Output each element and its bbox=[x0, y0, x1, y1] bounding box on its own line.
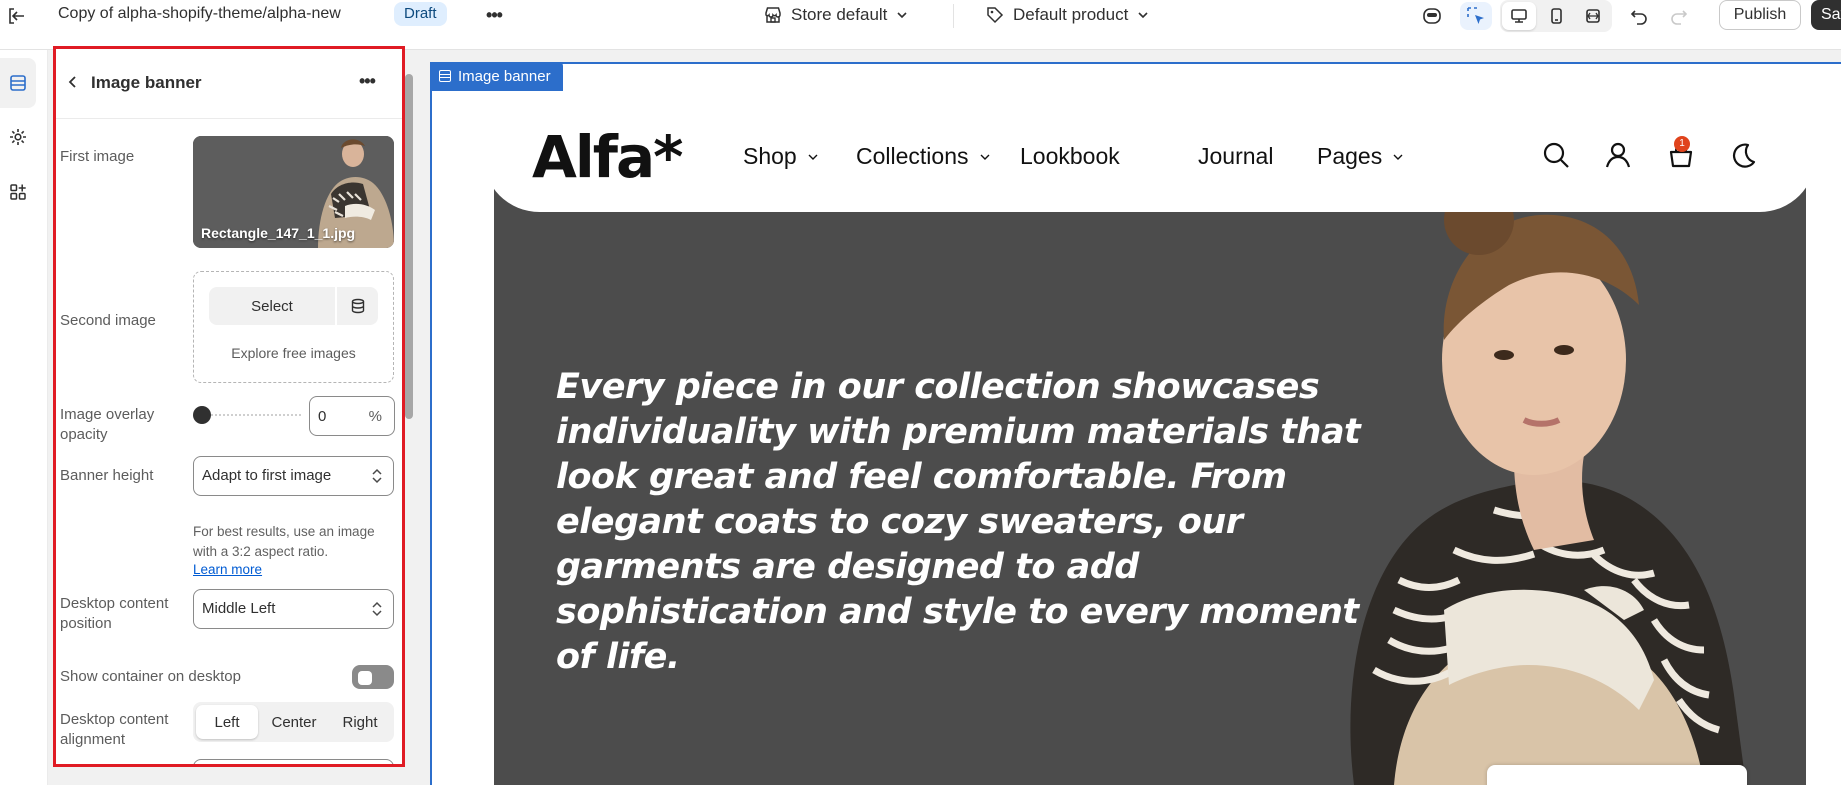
nav-item-shop[interactable]: Shop bbox=[743, 143, 819, 170]
chevron-down-icon bbox=[1393, 154, 1403, 160]
editor-sidebar-rail bbox=[0, 50, 48, 785]
mobile-view-icon[interactable] bbox=[1539, 2, 1573, 30]
overlay-opacity-label: Image overlay opacity bbox=[60, 406, 155, 443]
nav-label: Journal bbox=[1198, 143, 1274, 169]
store-header: Alfa* Shop Collections Lookbook Journal … bbox=[483, 99, 1816, 212]
full-width-view-icon[interactable] bbox=[1576, 2, 1610, 30]
banner-text[interactable]: Every piece in our collection showcases … bbox=[556, 365, 1386, 680]
align-center-option[interactable]: Center bbox=[261, 705, 327, 739]
slider-track bbox=[199, 414, 301, 416]
select-image-button[interactable]: Select bbox=[209, 287, 335, 325]
store-selector-label: Store default bbox=[791, 5, 888, 24]
image-banner[interactable]: Every piece in our collection showcases … bbox=[494, 160, 1806, 785]
select-arrows-icon bbox=[372, 468, 382, 484]
banner-height-label: Banner height bbox=[60, 467, 154, 484]
theme-title: Copy of alpha-shopify-theme/alpha-new bbox=[58, 5, 341, 22]
desktop-view-icon[interactable] bbox=[1502, 2, 1536, 30]
show-container-toggle[interactable] bbox=[352, 665, 394, 689]
chevron-down-icon bbox=[1138, 12, 1148, 19]
apps-icon[interactable] bbox=[0, 167, 36, 217]
redo-icon[interactable] bbox=[1663, 2, 1695, 30]
section-tag-label: Image banner bbox=[458, 68, 551, 85]
first-image-preview[interactable]: Rectangle_147_1_1.jpg bbox=[193, 136, 394, 248]
database-icon[interactable] bbox=[337, 287, 378, 325]
toggle-knob bbox=[358, 671, 372, 685]
panel-scrollbar-thumb[interactable] bbox=[405, 74, 413, 419]
percent-unit: % bbox=[368, 408, 382, 425]
desktop-position-select[interactable]: Middle Left bbox=[193, 589, 394, 629]
back-arrow-icon[interactable] bbox=[64, 73, 82, 91]
slider-thumb[interactable] bbox=[193, 406, 211, 424]
desktop-position-label: Desktop content position bbox=[60, 595, 169, 632]
sidekick-icon[interactable] bbox=[1416, 2, 1448, 30]
save-button[interactable]: Save bbox=[1811, 0, 1841, 30]
product-selector-label: Default product bbox=[1013, 5, 1129, 24]
overlay-opacity-input[interactable]: 0 % bbox=[309, 396, 395, 436]
select-arrows-icon bbox=[372, 601, 382, 617]
panel-header: Image banner ••• bbox=[56, 49, 402, 119]
section-settings-panel: Image banner ••• First image Rectangle_1… bbox=[53, 46, 405, 767]
nav-item-pages[interactable]: Pages bbox=[1317, 143, 1404, 170]
search-icon[interactable] bbox=[1541, 140, 1571, 170]
banner-height-help: For best results, use an image with a 3:… bbox=[193, 524, 375, 559]
nav-item-collections[interactable]: Collections bbox=[856, 143, 991, 170]
overlay-opacity-slider[interactable] bbox=[193, 405, 301, 425]
theme-settings-icon[interactable] bbox=[0, 112, 36, 162]
second-image-label: Second image bbox=[60, 312, 156, 329]
undo-icon[interactable] bbox=[1623, 2, 1655, 30]
tag-icon bbox=[987, 7, 1004, 24]
section-tag[interactable]: Image banner bbox=[430, 62, 563, 91]
nav-item-lookbook[interactable]: Lookbook bbox=[1020, 143, 1120, 170]
section-icon bbox=[439, 70, 451, 82]
status-badge: Draft bbox=[394, 2, 447, 26]
panel-more-button[interactable]: ••• bbox=[359, 71, 376, 92]
panel-title: Image banner bbox=[91, 73, 202, 92]
nav-label: Lookbook bbox=[1020, 143, 1120, 169]
show-container-label: Show container on desktop bbox=[60, 668, 241, 685]
nav-item-journal[interactable]: Journal bbox=[1198, 143, 1273, 170]
chevron-down-icon bbox=[980, 154, 989, 160]
product-selector[interactable]: Default product bbox=[985, 2, 1150, 28]
cart-count-badge: 1 bbox=[1674, 136, 1690, 152]
account-icon[interactable] bbox=[1603, 140, 1633, 170]
nav-label: Collections bbox=[856, 143, 969, 169]
first-image-filename: Rectangle_147_1_1.jpg bbox=[201, 225, 356, 241]
align-left-option[interactable]: Left bbox=[196, 705, 258, 739]
desktop-alignment-label: Desktop content alignment bbox=[60, 711, 169, 748]
nav-label: Pages bbox=[1317, 143, 1383, 169]
alignment-segmented-control: Left Center Right bbox=[193, 702, 394, 742]
learn-more-link[interactable]: Learn more bbox=[193, 562, 262, 577]
align-right-option[interactable]: Right bbox=[329, 705, 391, 739]
nav-label: Shop bbox=[743, 143, 797, 169]
store-icon bbox=[765, 7, 781, 23]
chevron-down-icon bbox=[897, 12, 907, 19]
banner-height-value: Adapt to first image bbox=[202, 467, 332, 484]
store-selector[interactable]: Store default bbox=[763, 2, 909, 28]
inspector-icon[interactable] bbox=[1460, 2, 1492, 30]
desktop-position-value: Middle Left bbox=[202, 600, 276, 617]
floating-section-toolbar[interactable] bbox=[1487, 765, 1747, 785]
viewport-switcher bbox=[1500, 0, 1612, 32]
publish-button[interactable]: Publish bbox=[1719, 0, 1801, 30]
chevron-down-icon bbox=[808, 154, 818, 160]
divider bbox=[953, 4, 954, 28]
exit-icon[interactable] bbox=[4, 4, 28, 28]
store-logo[interactable]: Alfa* bbox=[532, 123, 683, 191]
editor-topbar: Copy of alpha-shopify-theme/alpha-new Dr… bbox=[0, 0, 1841, 50]
overlay-opacity-value: 0 bbox=[318, 408, 327, 425]
banner-height-select[interactable]: Adapt to first image bbox=[193, 456, 394, 496]
second-image-picker: Select Explore free images bbox=[193, 271, 394, 383]
explore-free-images-link[interactable]: Explore free images bbox=[194, 345, 393, 361]
more-actions-button[interactable]: ••• bbox=[480, 2, 508, 28]
sections-icon[interactable] bbox=[0, 58, 36, 108]
dark-mode-icon[interactable] bbox=[1728, 140, 1758, 170]
first-image-label: First image bbox=[60, 148, 135, 165]
next-setting-field[interactable] bbox=[193, 759, 394, 764]
